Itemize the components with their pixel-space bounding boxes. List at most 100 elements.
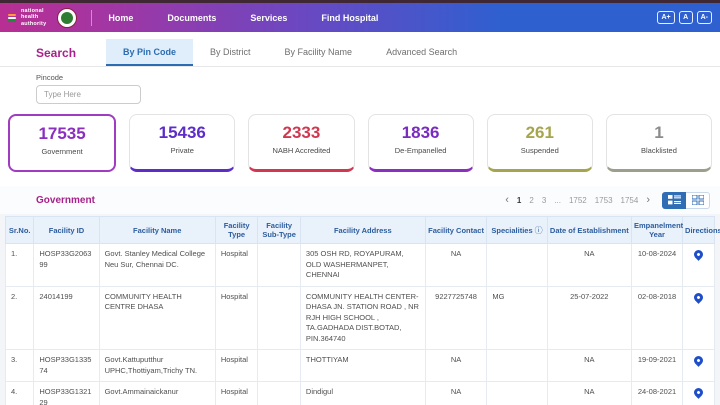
page-1752[interactable]: 1752 — [569, 196, 587, 205]
tab-by-facility-name[interactable]: By Facility Name — [268, 39, 370, 66]
cell-empanelment-year: 02-08-2018 — [631, 286, 682, 350]
cell-facility-type: Hospital — [215, 286, 258, 350]
cell-facility-contact: NA — [425, 350, 487, 382]
tab-by-district[interactable]: By District — [193, 39, 268, 66]
location-pin-icon[interactable] — [692, 386, 705, 399]
nha-logo[interactable]: national health authority — [8, 8, 77, 28]
page-3[interactable]: 3 — [542, 196, 546, 205]
cell-date-establishment: NA — [547, 244, 631, 287]
header-facility-type: Facility Type — [215, 217, 258, 244]
table-row: 3. HOSP33G133574 Govt.Kattuputthur UPHC,… — [6, 350, 715, 382]
location-pin-icon[interactable] — [692, 354, 705, 367]
cell-facility-name: Govt.Ammainaickanur — [99, 382, 215, 405]
nav-item-services[interactable]: Services — [250, 13, 287, 23]
stat-label: Blacklisted — [607, 146, 711, 155]
grid-view-button[interactable] — [686, 192, 710, 209]
cell-specialities: MG — [487, 286, 547, 350]
font-decrease-button[interactable]: A- — [697, 11, 712, 24]
cell-srno: 3. — [6, 350, 34, 382]
cell-directions — [683, 350, 715, 382]
stat-card-de-empanelled[interactable]: 1836 De-Empanelled — [368, 114, 474, 172]
cell-facility-id: HOSP33G133574 — [34, 350, 99, 382]
cell-srno: 4. — [6, 382, 34, 405]
cell-facility-id: HOSP33G206399 — [34, 244, 99, 287]
cell-facility-name: Govt.Kattuputthur UPHC,Thottiyam,Trichy … — [99, 350, 215, 382]
search-tabs-row: Search By Pin Code By District By Facili… — [0, 39, 720, 67]
cell-facility-address: Dindigul — [300, 382, 425, 405]
nav-item-find-hospital[interactable]: Find Hospital — [321, 13, 378, 23]
cell-facility-contact: 9227725748 — [425, 286, 487, 350]
page-1753[interactable]: 1753 — [595, 196, 613, 205]
cell-specialities — [487, 350, 547, 382]
stat-label: Private — [130, 146, 234, 155]
nav-item-home[interactable]: Home — [108, 13, 133, 23]
pincode-label: Pincode — [36, 73, 720, 82]
cell-facility-id: HOSP33G132129 — [34, 382, 99, 405]
stat-card-suspended[interactable]: 261 Suspended — [487, 114, 593, 172]
cell-facility-type: Hospital — [215, 244, 258, 287]
cell-facility-address: 305 OSH RD, ROYAPURAM, OLD WASHERMANPET,… — [300, 244, 425, 287]
header-facility-name: Facility Name — [99, 217, 215, 244]
cell-facility-name: COMMUNITY HEALTH CENTRE DHASA — [99, 286, 215, 350]
cell-facility-type: Hospital — [215, 382, 258, 405]
stat-value: 15436 — [130, 123, 234, 143]
emblem-badge-icon — [57, 8, 77, 28]
page-1[interactable]: 1 — [517, 196, 521, 205]
cell-facility-contact: NA — [425, 382, 487, 405]
page-2[interactable]: 2 — [529, 196, 533, 205]
cell-facility-contact: NA — [425, 244, 487, 287]
stat-card-blacklisted[interactable]: 1 Blacklisted — [606, 114, 712, 172]
font-normal-button[interactable]: A — [679, 11, 693, 24]
stat-label: Government — [10, 147, 114, 156]
pincode-input[interactable] — [36, 85, 141, 104]
list-view-button[interactable] — [662, 192, 686, 209]
cell-directions — [683, 244, 715, 287]
cell-date-establishment: 25-07-2022 — [547, 286, 631, 350]
cell-specialities — [487, 244, 547, 287]
pagination-prev-icon[interactable]: ‹ — [505, 194, 509, 206]
cell-specialities — [487, 382, 547, 405]
stat-card-private[interactable]: 15436 Private — [129, 114, 235, 172]
nha-emblem-icon — [8, 14, 16, 22]
cell-date-establishment: NA — [547, 382, 631, 405]
cell-facility-type: Hospital — [215, 350, 258, 382]
stat-card-nabh-accredited[interactable]: 2333 NABH Accredited — [248, 114, 354, 172]
nav-item-documents[interactable]: Documents — [167, 13, 216, 23]
cell-facility-subtype — [258, 350, 301, 382]
pagination: ‹ 1 2 3 ... 1752 1753 1754 › — [505, 194, 650, 206]
info-icon[interactable]: ⓘ — [535, 225, 543, 236]
table-row: 1. HOSP33G206399 Govt. Stanley Medical C… — [6, 244, 715, 287]
tab-advanced-search[interactable]: Advanced Search — [369, 39, 474, 66]
page-ellipsis: ... — [554, 196, 561, 205]
nav-divider — [91, 10, 92, 26]
header-facility-id: Facility ID — [34, 217, 99, 244]
header-facility-address: Facility Address — [300, 217, 425, 244]
location-pin-icon[interactable] — [692, 291, 705, 304]
stat-label: Suspended — [488, 146, 592, 155]
cell-facility-address: THOTTIYAM — [300, 350, 425, 382]
cell-srno: 2. — [6, 286, 34, 350]
font-size-controls: A+ A A- — [657, 11, 712, 24]
header-directions: Directions — [683, 217, 715, 244]
pagination-next-icon[interactable]: › — [646, 194, 650, 206]
header-empanelment-year: Empanelment Year — [631, 217, 682, 244]
brand-text: national health authority — [21, 8, 46, 27]
page-1754[interactable]: 1754 — [621, 196, 639, 205]
nav-links: Home Documents Services Find Hospital — [108, 13, 378, 23]
view-toggles — [662, 192, 710, 209]
stat-cards: 17535 Government 15436 Private 2333 NABH… — [0, 114, 720, 172]
cell-directions — [683, 382, 715, 405]
cell-empanelment-year: 24-08-2021 — [631, 382, 682, 405]
cell-facility-subtype — [258, 286, 301, 350]
stat-value: 1 — [607, 123, 711, 143]
grid-view-icon — [692, 195, 704, 205]
cell-facility-name: Govt. Stanley Medical College Neu Sur, C… — [99, 244, 215, 287]
tab-by-pin-code[interactable]: By Pin Code — [106, 39, 193, 66]
location-pin-icon[interactable] — [692, 248, 705, 261]
font-increase-button[interactable]: A+ — [657, 11, 674, 24]
stat-value: 2333 — [249, 123, 353, 143]
stat-card-government[interactable]: 17535 Government — [8, 114, 116, 172]
cell-directions — [683, 286, 715, 350]
header-date-establishment: Date of Establishment — [547, 217, 631, 244]
table-row: 2. 24014199 COMMUNITY HEALTH CENTRE DHAS… — [6, 286, 715, 350]
